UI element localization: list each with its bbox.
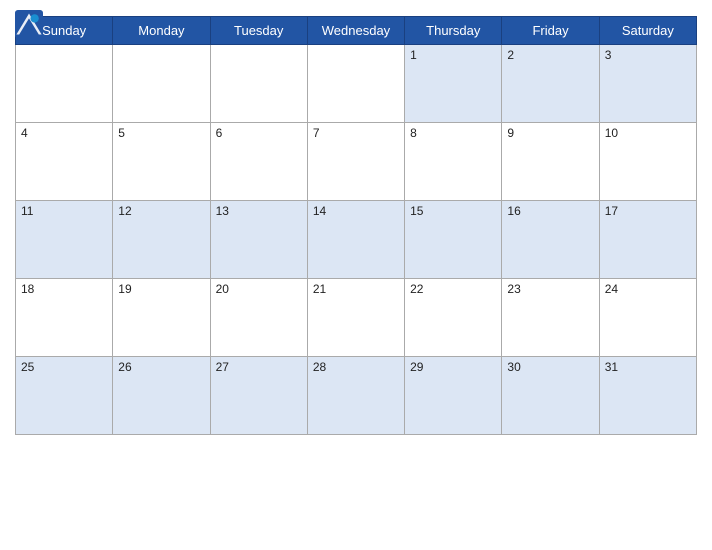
calendar-cell: 15: [405, 201, 502, 279]
day-number: 9: [507, 126, 593, 140]
calendar-cell: 23: [502, 279, 599, 357]
calendar-cell: 27: [210, 357, 307, 435]
calendar-cell: 19: [113, 279, 210, 357]
calendar-cell: 24: [599, 279, 696, 357]
day-number: 20: [216, 282, 302, 296]
day-number: 23: [507, 282, 593, 296]
calendar-cell: 4: [16, 123, 113, 201]
calendar-cell: 21: [307, 279, 404, 357]
calendar-cell: 14: [307, 201, 404, 279]
logo-icon: [15, 10, 43, 38]
day-number: 10: [605, 126, 691, 140]
calendar-cell: 20: [210, 279, 307, 357]
week-row: 18 19 20 21 22 23 24: [16, 279, 697, 357]
calendar-cell: [210, 45, 307, 123]
calendar-cell: 22: [405, 279, 502, 357]
calendar-cell: 12: [113, 201, 210, 279]
calendar-cell: 29: [405, 357, 502, 435]
calendar-cell: 25: [16, 357, 113, 435]
day-number: 31: [605, 360, 691, 374]
day-number: 13: [216, 204, 302, 218]
logo-area: [15, 10, 47, 38]
calendar-cell: 9: [502, 123, 599, 201]
calendar-cell: 13: [210, 201, 307, 279]
header-monday: Monday: [113, 17, 210, 45]
week-row: 25 26 27 28 29 30 31: [16, 357, 697, 435]
header-tuesday: Tuesday: [210, 17, 307, 45]
day-number: 27: [216, 360, 302, 374]
day-number: 14: [313, 204, 399, 218]
day-number: 12: [118, 204, 204, 218]
day-number: 15: [410, 204, 496, 218]
calendar-cell: 7: [307, 123, 404, 201]
calendar-cell: 31: [599, 357, 696, 435]
day-number: 1: [410, 48, 496, 62]
calendar-cell: 11: [16, 201, 113, 279]
day-number: 8: [410, 126, 496, 140]
calendar-cell: 3: [599, 45, 696, 123]
week-row: 11 12 13 14 15 16 17: [16, 201, 697, 279]
header-friday: Friday: [502, 17, 599, 45]
day-number: 21: [313, 282, 399, 296]
week-row: 123: [16, 45, 697, 123]
calendar-cell: 5: [113, 123, 210, 201]
day-number: 28: [313, 360, 399, 374]
day-number: 11: [21, 204, 107, 218]
calendar-cell: 18: [16, 279, 113, 357]
calendar-cell: 10: [599, 123, 696, 201]
day-number: 26: [118, 360, 204, 374]
day-number: 6: [216, 126, 302, 140]
day-number: 19: [118, 282, 204, 296]
day-number: 4: [21, 126, 107, 140]
day-number: 17: [605, 204, 691, 218]
day-number: 30: [507, 360, 593, 374]
day-number: 29: [410, 360, 496, 374]
day-number: 18: [21, 282, 107, 296]
calendar-cell: 16: [502, 201, 599, 279]
calendar-cell: 30: [502, 357, 599, 435]
calendar-cell: [307, 45, 404, 123]
day-number: 5: [118, 126, 204, 140]
calendar-cell: 6: [210, 123, 307, 201]
calendar-cell: [16, 45, 113, 123]
calendar-cell: 1: [405, 45, 502, 123]
header-saturday: Saturday: [599, 17, 696, 45]
week-row: 456789 10: [16, 123, 697, 201]
day-number: 22: [410, 282, 496, 296]
calendar-cell: 17: [599, 201, 696, 279]
day-number: 7: [313, 126, 399, 140]
calendar-cell: 28: [307, 357, 404, 435]
day-number: 2: [507, 48, 593, 62]
calendar-cell: 8: [405, 123, 502, 201]
day-number: 24: [605, 282, 691, 296]
days-header-row: Sunday Monday Tuesday Wednesday Thursday…: [16, 17, 697, 45]
calendar-container: Sunday Monday Tuesday Wednesday Thursday…: [0, 0, 712, 550]
day-number: 25: [21, 360, 107, 374]
calendar-cell: 2: [502, 45, 599, 123]
day-number: 16: [507, 204, 593, 218]
calendar-cell: 26: [113, 357, 210, 435]
header-thursday: Thursday: [405, 17, 502, 45]
header-wednesday: Wednesday: [307, 17, 404, 45]
calendar-cell: [113, 45, 210, 123]
calendar-table: Sunday Monday Tuesday Wednesday Thursday…: [15, 16, 697, 435]
day-number: 3: [605, 48, 691, 62]
